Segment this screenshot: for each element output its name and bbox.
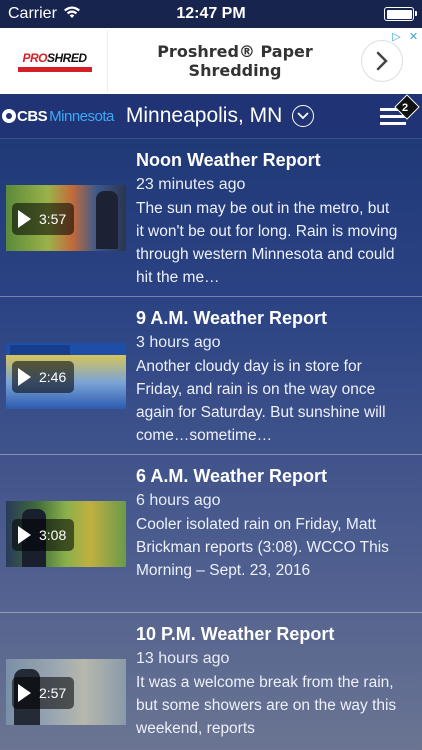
list-item[interactable]: 2:46 9 A.M. Weather Report 3 hours ago A… (0, 297, 422, 455)
battery-icon (384, 7, 417, 21)
video-thumbnail[interactable]: 3:57 (6, 185, 126, 251)
report-content: 6 A.M. Weather Report 6 hours ago Cooler… (136, 455, 408, 612)
wifi-icon (63, 5, 81, 24)
ad-banner[interactable]: PROSHRED Proshred® Paper Shredding ▷ ✕ (0, 28, 422, 94)
report-title: 9 A.M. Weather Report (136, 308, 328, 328)
report-description: Another cloudy day is in store for Frida… (136, 358, 386, 444)
ad-logo-stripe (17, 66, 92, 72)
brand-cbs: CBS (17, 107, 48, 125)
report-time: 3 hours ago (136, 334, 221, 351)
report-description: It was a welcome break from the rain, bu… (136, 674, 397, 737)
report-time: 6 hours ago (136, 492, 221, 509)
play-button[interactable]: 3:08 (12, 519, 75, 551)
video-duration: 2:57 (39, 685, 67, 701)
report-time: 13 hours ago (136, 650, 230, 667)
menu-button[interactable]: 2 (380, 94, 420, 128)
play-icon (18, 526, 31, 544)
location-label[interactable]: Minneapolis, MN (126, 104, 282, 128)
report-title: Noon Weather Report (136, 150, 321, 170)
play-button[interactable]: 2:57 (12, 677, 75, 709)
report-content: Noon Weather Report 23 minutes ago The s… (136, 139, 408, 296)
report-content: 10 P.M. Weather Report 13 hours ago It w… (136, 613, 408, 750)
ad-close-icon[interactable]: ✕ (405, 28, 422, 45)
video-thumbnail[interactable]: 2:46 (6, 343, 126, 409)
report-title: 6 A.M. Weather Report (136, 466, 328, 486)
play-icon (18, 368, 31, 386)
play-button[interactable]: 2:46 (12, 361, 75, 393)
adchoices-icon[interactable]: ▷ ✕ (388, 28, 422, 45)
ad-logo: PROSHRED (2, 30, 108, 92)
notification-count: 2 (401, 102, 409, 114)
brand-logo[interactable]: CBS Minnesota (0, 108, 114, 125)
carrier-label: Carrier (8, 5, 57, 22)
video-duration: 3:57 (39, 211, 67, 227)
battery-level (386, 9, 412, 19)
report-content: 9 A.M. Weather Report 3 hours ago Anothe… (136, 297, 408, 454)
play-icon (18, 684, 31, 702)
report-time: 23 minutes ago (136, 176, 246, 193)
status-bar: Carrier 12:47 PM (0, 0, 422, 28)
chevron-down-icon[interactable] (292, 105, 315, 127)
report-description: The sun may be out in the metro, but it … (136, 200, 398, 286)
list-item[interactable]: 3:08 6 A.M. Weather Report 6 hours ago C… (0, 455, 422, 613)
list-item[interactable]: 3:57 Noon Weather Report 23 minutes ago … (0, 139, 422, 297)
cbs-eye-icon (2, 109, 16, 123)
chevron-right-icon[interactable] (362, 41, 402, 81)
adchoices-triangle-icon: ▷ (392, 31, 401, 43)
list-item[interactable]: 2:57 10 P.M. Weather Report 13 hours ago… (0, 613, 422, 750)
video-thumbnail[interactable]: 2:57 (6, 659, 126, 725)
ad-title[interactable]: Proshred® Paper Shredding (108, 42, 362, 80)
report-description: Cooler isolated rain on Friday, Matt Bri… (136, 516, 389, 579)
weather-report-list: 3:57 Noon Weather Report 23 minutes ago … (0, 139, 422, 750)
video-thumbnail[interactable]: 3:08 (6, 501, 126, 567)
app-header: CBS Minnesota Minneapolis, MN 2 (0, 94, 422, 139)
video-duration: 3:08 (39, 527, 67, 543)
report-title: 10 P.M. Weather Report (136, 624, 335, 644)
brand-region: Minnesota (49, 107, 114, 125)
ad-logo-text: PROSHRED (22, 50, 87, 65)
video-duration: 2:46 (39, 369, 67, 385)
play-icon (18, 210, 31, 228)
play-button[interactable]: 3:57 (12, 203, 75, 235)
status-left: Carrier (8, 5, 81, 24)
